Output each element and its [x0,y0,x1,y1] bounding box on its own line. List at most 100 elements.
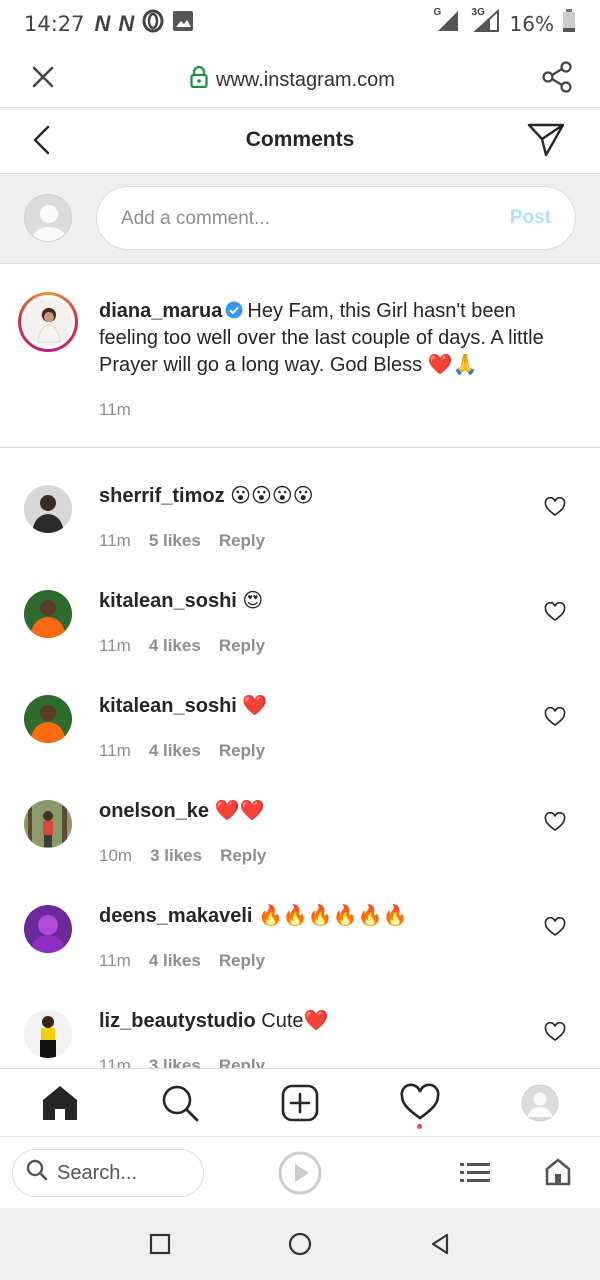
tabs-list-icon[interactable] [460,1161,490,1185]
reply-button[interactable]: Reply [219,531,265,551]
direct-send-icon[interactable] [526,122,566,158]
gallery-icon [172,10,194,38]
close-icon[interactable] [28,62,58,92]
battery-icon [562,9,576,39]
comment-text: Cute❤️ [261,1010,329,1032]
comment-likes[interactable]: 4 likes [149,951,201,971]
browser-address-bar: www.instagram.com [0,48,600,108]
home-icon[interactable] [40,1083,80,1123]
comment-username[interactable]: onelson_ke [99,800,209,822]
activity-heart-icon[interactable] [400,1083,440,1123]
comment-time: 11m [99,636,131,655]
recents-square-icon[interactable] [148,1232,172,1256]
status-time: 14:27 [24,12,85,36]
search-icon[interactable] [160,1083,200,1123]
browser-home-icon[interactable] [544,1157,572,1187]
comment-time: 11m [99,531,131,550]
comments-header: Comments [0,110,600,174]
reply-button[interactable]: Reply [219,951,265,971]
comment-line: kitalean_soshi ❤️ [99,693,267,718]
activity-notification-dot [417,1124,422,1129]
back-triangle-icon[interactable] [428,1232,452,1256]
reply-button[interactable]: Reply [219,741,265,761]
comment-text: 🔥🔥🔥🔥🔥🔥 [258,905,408,927]
comment-meta: 11m 4 likes Reply [99,636,265,656]
comment-likes[interactable]: 5 likes [149,531,201,551]
commenter-avatar[interactable] [24,905,72,953]
opera-icon [142,9,164,39]
page-title: Comments [245,128,355,151]
comment-time: 10m [99,846,133,865]
comment-meta: 10m 3 likes Reply [99,846,266,866]
home-circle-icon[interactable] [288,1232,312,1256]
comment-line: kitalean_soshi 😍 [99,588,263,613]
comment-text: 😍 [242,590,264,612]
comment-item: kitalean_soshi 😍 11m 4 likes Reply [0,554,600,659]
like-heart-icon[interactable] [544,706,566,727]
lock-icon [190,65,208,94]
comment-meta: 11m 4 likes Reply [99,741,265,761]
comment-line: deens_makaveli 🔥🔥🔥🔥🔥🔥 [99,903,407,928]
like-heart-icon[interactable] [544,1021,566,1042]
author-avatar-image [24,298,72,346]
browser-bottom-bar: Search... [0,1136,600,1208]
comment-item: onelson_ke ❤️❤️ 10m 3 likes Reply [0,764,600,869]
caption-username[interactable]: diana_marua [99,300,222,322]
caption-text: diana_marua Hey Fam, this Girl hasn't bee… [99,298,569,379]
comment-likes[interactable]: 4 likes [149,636,201,656]
comment-text: ❤️❤️ [214,800,265,822]
like-heart-icon[interactable] [544,811,566,832]
comment-username[interactable]: deens_makaveli [99,905,252,927]
comment-item: liz_beautystudio Cute❤️ 11m 3 likes Repl… [0,974,600,1069]
comment-text: 😮😮😮😮 [230,485,314,507]
profile-avatar-icon[interactable] [520,1083,560,1123]
share-icon[interactable] [540,60,574,94]
comment-item: sherrif_timoz 😮😮😮😮 11m 5 likes Reply [0,449,600,554]
comment-likes[interactable]: 3 likes [150,846,202,866]
signal-3g-icon: 3G [471,7,502,39]
post-button[interactable]: Post [510,207,551,229]
comment-time: 11m [99,951,131,970]
author-avatar[interactable] [18,292,78,352]
url-text: www.instagram.com [216,68,395,91]
reply-button[interactable]: Reply [220,846,266,866]
notification-n-icon: N [94,11,111,36]
commenter-avatar[interactable] [24,1010,72,1058]
comment-username[interactable]: kitalean_soshi [99,695,237,717]
notification-n-icon: N [118,11,135,36]
network-g-label: G [433,7,442,18]
url-display[interactable]: www.instagram.com [190,65,395,94]
commenter-avatar[interactable] [24,800,72,848]
comment-line: onelson_ke ❤️❤️ [99,798,264,823]
comment-meta: 11m 5 likes Reply [99,531,265,551]
like-heart-icon[interactable] [544,496,566,517]
comment-username[interactable]: liz_beautystudio [99,1010,256,1032]
comment-input[interactable] [121,203,481,235]
add-comment-bar: Post [0,174,600,264]
comment-text: ❤️ [242,695,268,717]
like-heart-icon[interactable] [544,601,566,622]
status-bar: 14:27 N N G 3G 16% [0,0,600,48]
comment-line: liz_beautystudio Cute❤️ [99,1008,328,1033]
play-icon[interactable] [278,1151,322,1195]
comment-username[interactable]: kitalean_soshi [99,590,237,612]
comment-line: sherrif_timoz 😮😮😮😮 [99,483,314,508]
like-heart-icon[interactable] [544,916,566,937]
signal-g-icon: G [433,7,464,39]
system-navigation-bar [0,1208,600,1280]
post-caption: diana_marua Hey Fam, this Girl hasn't bee… [0,264,600,448]
network-3g-label: 3G [471,7,485,18]
battery-percent: 16% [509,12,554,36]
caption-time: 11m [99,400,131,419]
comment-likes[interactable]: 4 likes [149,741,201,761]
commenter-avatar[interactable] [24,695,72,743]
reply-button[interactable]: Reply [219,636,265,656]
browser-search-field[interactable]: Search... [12,1149,204,1197]
commenter-avatar[interactable] [24,485,72,533]
bottom-navigation [0,1068,600,1136]
browser-search-label: Search... [57,1161,138,1184]
new-post-icon[interactable] [280,1083,320,1123]
verified-badge-icon [225,300,243,319]
commenter-avatar[interactable] [24,590,72,638]
comment-username[interactable]: sherrif_timoz [99,485,225,507]
